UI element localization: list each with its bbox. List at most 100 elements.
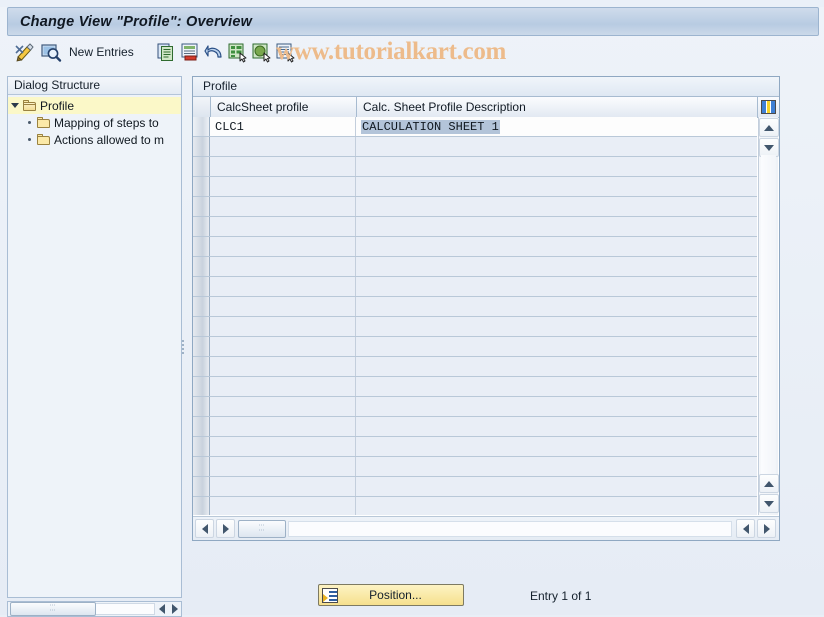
panel-splitter-handle[interactable] — [181, 338, 186, 360]
table-vertical-scrollbar[interactable] — [758, 117, 779, 515]
cell-calcsheet-profile[interactable] — [210, 377, 356, 396]
row-selector-button[interactable] — [193, 177, 210, 196]
cell-description[interactable] — [356, 477, 757, 496]
row-selector-button[interactable] — [193, 417, 210, 436]
cell-description[interactable] — [356, 357, 757, 376]
cell-description[interactable] — [356, 457, 757, 476]
row-selector-button[interactable] — [193, 477, 210, 496]
table-row-empty[interactable] — [193, 297, 757, 317]
table-row-empty[interactable] — [193, 337, 757, 357]
edit-pencil-icon[interactable] — [14, 41, 36, 63]
hscroll-right-arrow[interactable] — [216, 519, 235, 538]
cell-description[interactable] — [356, 197, 757, 216]
cell-calcsheet-profile[interactable] — [210, 277, 356, 296]
expand-triangle-icon[interactable] — [8, 103, 22, 108]
cell-calcsheet-profile[interactable] — [210, 357, 356, 376]
cell-calcsheet-profile[interactable] — [210, 497, 356, 515]
deselect-all-icon[interactable] — [251, 41, 273, 63]
select-all-icon[interactable] — [227, 41, 249, 63]
cell-calcsheet-profile[interactable] — [210, 197, 356, 216]
select-block-icon[interactable] — [275, 41, 297, 63]
tree-item-mapping-of-steps[interactable]: Mapping of steps to — [8, 114, 181, 131]
row-selector-button[interactable] — [193, 317, 210, 336]
row-selector-button[interactable] — [193, 377, 210, 396]
cell-description[interactable] — [356, 257, 757, 276]
cell-calcsheet-profile[interactable] — [210, 157, 356, 176]
vertical-scrollbar-track[interactable] — [761, 155, 776, 477]
row-selector-header[interactable] — [193, 97, 211, 117]
row-selector-button[interactable] — [193, 257, 210, 276]
table-row-empty[interactable] — [193, 497, 757, 515]
table-row-empty[interactable] — [193, 477, 757, 497]
table-row-empty[interactable] — [193, 257, 757, 277]
cell-calcsheet-profile[interactable] — [210, 257, 356, 276]
table-row-empty[interactable] — [193, 397, 757, 417]
new-entries-button[interactable]: New Entries — [69, 45, 134, 59]
undo-icon[interactable] — [203, 41, 225, 63]
table-row-empty[interactable] — [193, 137, 757, 157]
row-selector-button[interactable] — [193, 437, 210, 456]
cell-calcsheet-profile[interactable] — [210, 477, 356, 496]
cell-description[interactable] — [356, 497, 757, 515]
row-selector-button[interactable] — [193, 237, 210, 256]
position-button[interactable]: Position... — [318, 584, 464, 606]
cell-description[interactable] — [356, 337, 757, 356]
table-row-empty[interactable] — [193, 157, 757, 177]
cell-calcsheet-profile[interactable] — [210, 417, 356, 436]
cell-calcsheet-profile[interactable] — [210, 177, 356, 196]
cell-description[interactable] — [356, 217, 757, 236]
tree-scroll-left-arrow[interactable] — [155, 603, 168, 616]
scroll-up-arrow[interactable] — [759, 118, 779, 137]
cell-description[interactable] — [356, 397, 757, 416]
table-row-empty[interactable] — [193, 437, 757, 457]
cell-calcsheet-profile[interactable] — [210, 437, 356, 456]
table-horizontal-scrollbar[interactable]: ⋯ ⋯ — [193, 516, 779, 540]
row-selector-button[interactable] — [193, 197, 210, 216]
row-selector-button[interactable] — [193, 497, 210, 515]
hscroll-page-left-arrow[interactable] — [736, 519, 755, 538]
column-configuration-icon[interactable] — [758, 97, 779, 117]
cell-description[interactable] — [356, 317, 757, 336]
cell-description[interactable] — [356, 157, 757, 176]
cell-description[interactable] — [356, 137, 757, 156]
row-selector-button[interactable] — [193, 357, 210, 376]
table-row-empty[interactable] — [193, 217, 757, 237]
cell-description[interactable] — [356, 417, 757, 436]
table-row-empty[interactable] — [193, 277, 757, 297]
cell-calcsheet-profile[interactable] — [210, 297, 356, 316]
hscroll-page-right-arrow[interactable] — [757, 519, 776, 538]
cell-calcsheet-profile[interactable] — [210, 217, 356, 236]
table-row-empty[interactable] — [193, 317, 757, 337]
cell-description[interactable] — [356, 377, 757, 396]
table-row-empty[interactable] — [193, 417, 757, 437]
table-row-empty[interactable] — [193, 177, 757, 197]
hscroll-thumb[interactable]: ⋯ ⋯ — [238, 519, 286, 538]
scroll-page-down-arrow[interactable] — [759, 494, 779, 513]
cell-description[interactable] — [356, 177, 757, 196]
tree-item-profile[interactable]: Profile — [8, 97, 181, 114]
tree-scrollbar-track[interactable] — [96, 603, 155, 615]
row-selector-button[interactable] — [193, 297, 210, 316]
cell-calcsheet-profile[interactable] — [210, 237, 356, 256]
display-magnifier-icon[interactable] — [40, 41, 62, 63]
cell-description[interactable] — [356, 437, 757, 456]
row-selector-button[interactable] — [193, 277, 210, 296]
cell-description[interactable] — [356, 297, 757, 316]
cell-calcsheet-profile[interactable] — [210, 137, 356, 156]
table-row-empty[interactable] — [193, 377, 757, 397]
hscroll-track[interactable] — [288, 520, 732, 537]
cell-calcsheet-profile[interactable] — [210, 337, 356, 356]
cell-calcsheet-profile[interactable] — [210, 397, 356, 416]
cell-description[interactable]: CALCULATION SHEET 1 — [356, 117, 757, 136]
tree-scrollbar-thumb[interactable]: ⋯ ⋯ — [10, 602, 96, 616]
cell-calcsheet-profile[interactable] — [210, 317, 356, 336]
row-selector-button[interactable] — [193, 217, 210, 236]
column-header-calcsheet-profile[interactable]: CalcSheet profile — [211, 97, 357, 117]
cell-description[interactable] — [356, 277, 757, 296]
delete-icon[interactable] — [179, 41, 201, 63]
hscroll-left-arrow[interactable] — [195, 519, 214, 538]
tree-scroll-right-arrow[interactable] — [168, 603, 181, 616]
row-selector-button[interactable] — [193, 457, 210, 476]
table-row-empty[interactable] — [193, 197, 757, 217]
row-selector-button[interactable] — [193, 157, 210, 176]
